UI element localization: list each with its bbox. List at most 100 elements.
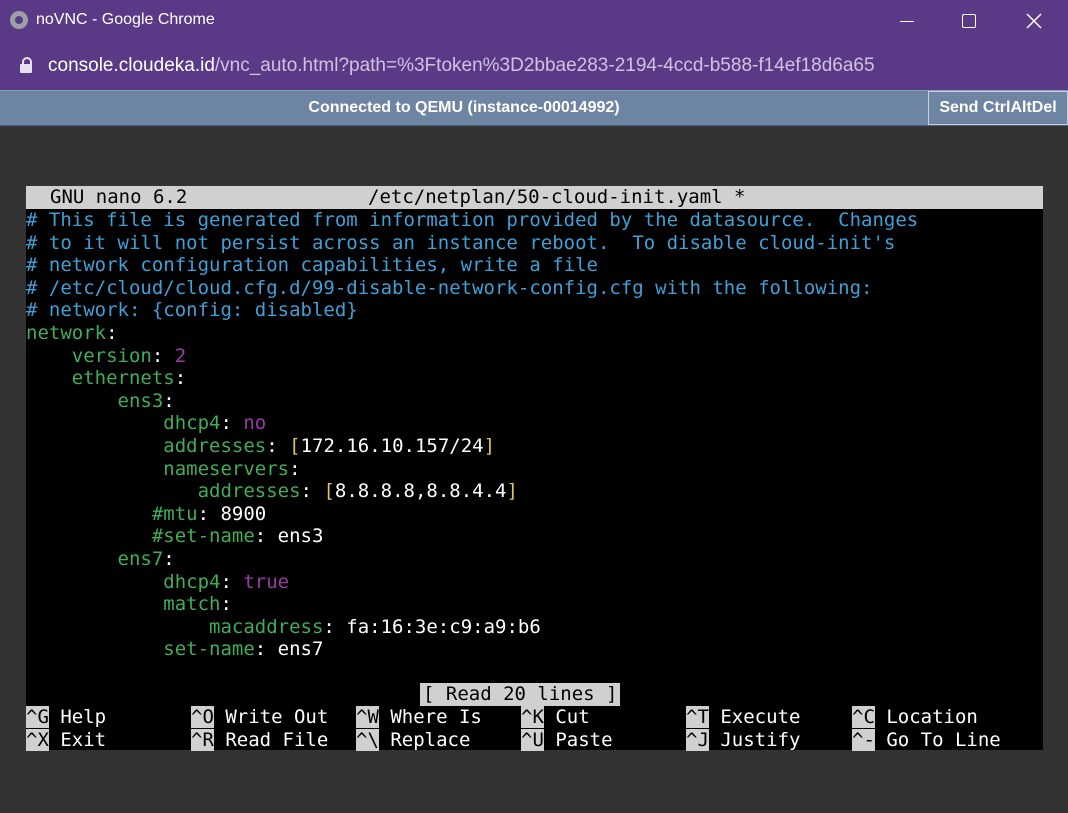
editor-token: :: [163, 389, 175, 412]
editor-token: :: [300, 480, 324, 503]
editor-line[interactable]: macaddress: fa:16:3e:c9:a9:b6: [26, 616, 1043, 639]
shortcut-item: ^K Cut: [521, 706, 590, 729]
shortcut-item: ^R Read File: [191, 728, 329, 752]
shortcut-item: ^J Justify: [686, 728, 801, 752]
close-button[interactable]: [1002, 0, 1066, 42]
editor-token: 2: [174, 344, 187, 367]
shortcut-label: Where Is: [378, 706, 482, 728]
shortcut-key: ^R: [191, 728, 214, 751]
editor-line[interactable]: ens3:: [26, 390, 1043, 413]
editor-token: set-name: [26, 638, 255, 661]
editor-token: nameservers: [26, 457, 290, 480]
editor-line[interactable]: # /etc/cloud/cloud.cfg.d/99-disable-netw…: [26, 277, 1043, 300]
shortcut-label: Go To Line: [874, 728, 1001, 751]
shortcut-label: Exit: [48, 728, 107, 751]
nano-version: GNU nano 6.2: [50, 186, 188, 208]
shortcut-key: ^J: [686, 728, 709, 751]
editor-buffer[interactable]: # This file is generated from informatio…: [26, 209, 1043, 661]
shortcut-row: ^X Exit ^R Read File ^\ Replace ^U Paste ^J …: [26, 728, 1043, 752]
editor-line[interactable]: dhcp4: true: [26, 571, 1043, 594]
editor-line[interactable]: # to it will not persist across an insta…: [26, 232, 1043, 255]
lock-icon[interactable]: [20, 57, 32, 73]
editor-line[interactable]: addresses: [172.16.10.157/24]: [26, 435, 1043, 458]
editor-token: macaddress: [26, 615, 324, 638]
shortcut-item: ^X Exit: [26, 728, 107, 752]
editor-token: :: [106, 321, 118, 344]
shortcut-key: ^O: [191, 706, 214, 728]
editor-token: # This file is generated from informatio…: [26, 209, 919, 231]
minimize-icon: [900, 20, 914, 22]
editor-token: #set-name: [26, 525, 255, 548]
editor-token: [: [323, 480, 335, 503]
editor-line[interactable]: version: 2: [26, 345, 1043, 368]
editor-token: :: [220, 593, 232, 616]
shortcut-item: ^U Paste: [521, 728, 613, 752]
editor-token: : ens3: [254, 525, 324, 548]
shortcut-key: ^-: [852, 728, 875, 751]
editor-token: ]: [506, 480, 518, 503]
editor-token: dhcp4: [26, 412, 221, 435]
shortcut-item: ^O Write Out: [191, 706, 328, 729]
shortcut-key: ^G: [26, 706, 49, 728]
editor-token: :: [289, 457, 301, 480]
editor-line[interactable]: # This file is generated from informatio…: [26, 209, 1043, 232]
window-title: noVNC - Google Chrome: [36, 11, 215, 28]
close-icon: [1026, 13, 1042, 29]
novnc-status-bar: Connected to QEMU (instance-00014992) Se…: [0, 90, 1068, 126]
editor-line[interactable]: #set-name: ens3: [26, 525, 1043, 548]
shortcut-key: ^\: [356, 728, 379, 751]
url-text[interactable]: console.cloudeka.id/vnc_auto.html?path=%…: [48, 54, 875, 78]
editor-token: :: [163, 547, 175, 570]
shortcut-label: Justify: [708, 728, 801, 751]
url-path: /vnc_auto.html?path=%3Ftoken%3D2bbae283-…: [214, 55, 875, 76]
nano-terminal[interactable]: GNU nano 6.2 /etc/netplan/50-cloud-init.…: [26, 186, 1043, 751]
shortcut-label: Write Out: [213, 706, 329, 728]
nano-title-bar: GNU nano 6.2 /etc/netplan/50-cloud-init.…: [26, 186, 1043, 209]
shortcut-item: ^W Where Is: [356, 706, 482, 729]
editor-token: addresses: [26, 434, 267, 457]
editor-token: :: [151, 344, 175, 367]
editor-token: network: [26, 321, 107, 344]
editor-line[interactable]: # network: {config: disabled}: [26, 299, 1043, 322]
send-ctrl-alt-del-button[interactable]: Send CtrlAltDel: [928, 91, 1068, 125]
editor-token: :: [266, 434, 290, 457]
shortcut-item: ^G Help: [26, 706, 106, 729]
editor-line[interactable]: set-name: ens7: [26, 638, 1043, 661]
shortcut-key: ^W: [356, 706, 379, 728]
editor-line[interactable]: network:: [26, 322, 1043, 345]
editor-token: : 8900: [197, 502, 267, 525]
editor-line[interactable]: match:: [26, 593, 1043, 616]
address-bar[interactable]: console.cloudeka.id/vnc_auto.html?path=%…: [0, 42, 1068, 90]
nano-shortcut-bar: ^G Help ^O Write Out ^W Where Is ^K Cut ^T E…: [26, 706, 1043, 751]
editor-token: :: [220, 412, 244, 435]
editor-token: 8.8.8.8,8.8.4.4: [334, 480, 507, 503]
editor-line[interactable]: dhcp4: no: [26, 412, 1043, 435]
editor-token: no: [243, 412, 267, 435]
shortcut-item: ^\ Replace: [356, 728, 471, 752]
shortcut-label: Paste: [543, 728, 613, 751]
nano-status-message: [ Read 20 lines ]: [420, 683, 621, 706]
editor-line[interactable]: addresses: [8.8.8.8,8.8.4.4]: [26, 480, 1043, 503]
title-bar: noVNC - Google Chrome: [0, 0, 1068, 42]
shortcut-label: Read File: [213, 728, 329, 751]
editor-token: # to it will not persist across an insta…: [26, 231, 896, 254]
maximize-button[interactable]: [937, 0, 1001, 42]
editor-token: addresses: [26, 480, 301, 503]
editor-token: : fa:16:3e:c9:a9:b6: [323, 615, 541, 638]
globe-icon: [10, 11, 28, 29]
editor-line[interactable]: #mtu: 8900: [26, 503, 1043, 526]
editor-line[interactable]: ethernets:: [26, 367, 1043, 390]
editor-line[interactable]: nameservers:: [26, 458, 1043, 481]
editor-line[interactable]: # network configuration capabilities, wr…: [26, 254, 1043, 277]
editor-token: #mtu: [26, 502, 198, 525]
minimize-button[interactable]: [875, 0, 939, 42]
url-host: console.cloudeka.id: [48, 55, 215, 76]
vnc-console-area[interactable]: GNU nano 6.2 /etc/netplan/50-cloud-init.…: [0, 126, 1068, 813]
shortcut-item: ^C Location: [852, 706, 978, 729]
editor-line[interactable]: ens7:: [26, 548, 1043, 571]
shortcut-key: ^X: [26, 728, 49, 751]
editor-token: # network: {config: disabled}: [26, 299, 358, 322]
shortcut-item: ^- Go To Line: [852, 728, 1001, 752]
shortcut-key: ^T: [686, 706, 709, 728]
shortcut-label: Replace: [378, 728, 471, 751]
